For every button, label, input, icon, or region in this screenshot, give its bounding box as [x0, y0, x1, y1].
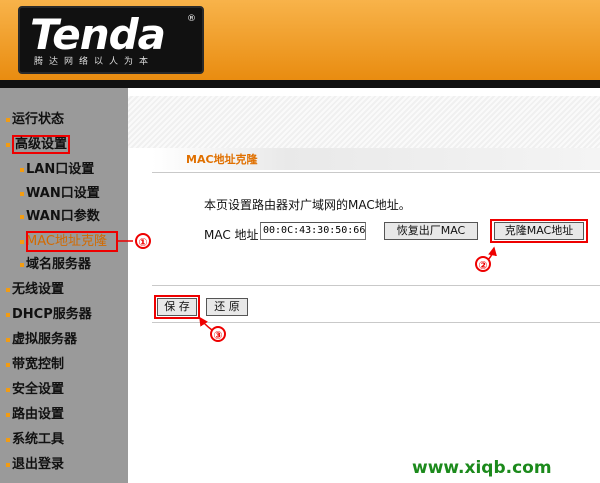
- bullet-icon: [6, 387, 10, 392]
- content-background: [128, 96, 600, 148]
- sidebar-item-virtual-server[interactable]: 虚拟服务器: [6, 330, 77, 350]
- step-marker-2: ②: [475, 256, 491, 272]
- sidebar-item-wireless[interactable]: 无线设置: [6, 280, 64, 300]
- sidebar-item-logout[interactable]: 退出登录: [6, 455, 64, 475]
- bullet-icon: [20, 239, 24, 244]
- sidebar-item-label: 无线设置: [12, 282, 65, 297]
- sidebar-item-label: 域名服务器: [26, 257, 92, 272]
- sidebar-item-label: WAN口设置: [26, 186, 100, 201]
- header-divider: [0, 80, 600, 88]
- sidebar-item-wan-params[interactable]: WAN口参数: [20, 207, 100, 227]
- sidebar-item-label: WAN口参数: [26, 209, 100, 224]
- sidebar-item-dhcp[interactable]: DHCP服务器: [6, 305, 92, 325]
- mac-address-label: MAC 地址: [204, 228, 259, 242]
- sidebar-item-label: 带宽控制: [12, 357, 65, 372]
- sidebar-item-security[interactable]: 安全设置: [6, 380, 64, 400]
- bullet-icon: [20, 167, 24, 172]
- sidebar-item-label: 虚拟服务器: [12, 332, 78, 347]
- bullet-icon: [6, 437, 10, 442]
- page-description: 本页设置路由器对广域网的MAC地址。: [204, 198, 411, 212]
- bullet-icon: [20, 214, 24, 219]
- mac-address-input[interactable]: 00:0C:43:30:50:66: [260, 222, 366, 240]
- bullet-icon: [6, 312, 10, 317]
- reset-button[interactable]: 还 原: [206, 298, 248, 316]
- bullet-icon: [6, 462, 10, 467]
- tenda-logo: Tenda ® 腾达网络以人为本: [18, 6, 204, 74]
- bottom-divider: [152, 322, 600, 323]
- bullet-icon: [20, 262, 24, 267]
- restore-factory-mac-button[interactable]: 恢复出厂MAC: [384, 222, 478, 240]
- sidebar-item-label: 高级设置: [12, 135, 71, 154]
- bullet-icon: [6, 337, 10, 342]
- sidebar-item-label: 路由设置: [12, 407, 65, 422]
- sidebar-item-label: 退出登录: [12, 457, 65, 472]
- bullet-icon: [6, 142, 10, 147]
- sidebar-item-status[interactable]: 运行状态: [6, 110, 64, 130]
- sidebar-item-advanced[interactable]: 高级设置: [6, 135, 71, 155]
- arrow-3: [199, 316, 213, 331]
- brand-tagline: 腾达网络以人为本: [34, 57, 155, 67]
- sidebar-item-system-tools[interactable]: 系统工具: [6, 430, 64, 450]
- sidebar-item-lan[interactable]: LAN口设置: [20, 160, 94, 180]
- clone-mac-button[interactable]: 克隆MAC地址: [494, 222, 584, 240]
- sidebar-item-label: 系统工具: [12, 432, 65, 447]
- bullet-icon: [6, 362, 10, 367]
- sidebar-item-label: 运行状态: [12, 112, 65, 127]
- sidebar-item-wan[interactable]: WAN口设置: [20, 184, 100, 204]
- bullet-icon: [20, 191, 24, 196]
- sidebar-item-label: 安全设置: [12, 382, 65, 397]
- save-button[interactable]: 保 存: [157, 298, 197, 316]
- brand-name: Tenda: [30, 10, 166, 59]
- sidebar-item-routing[interactable]: 路由设置: [6, 405, 64, 425]
- bullet-icon: [6, 412, 10, 417]
- step-marker-3: ③: [210, 326, 226, 342]
- registered-mark: ®: [187, 14, 196, 24]
- sidebar-item-label: LAN口设置: [26, 162, 95, 177]
- sidebar-item-dns[interactable]: 域名服务器: [20, 255, 91, 275]
- sidebar-item-label: DHCP服务器: [12, 307, 92, 322]
- bullet-icon: [6, 287, 10, 292]
- page-title: MAC地址克隆: [186, 153, 258, 166]
- header-bar: Tenda ® 腾达网络以人为本: [0, 0, 600, 80]
- step-marker-1: ①: [135, 233, 151, 249]
- site-watermark: www.xiqb.com: [412, 458, 552, 478]
- bullet-icon: [6, 117, 10, 122]
- sidebar-item-bandwidth[interactable]: 带宽控制: [6, 355, 64, 375]
- highlight-box-mac-clone: [26, 231, 118, 252]
